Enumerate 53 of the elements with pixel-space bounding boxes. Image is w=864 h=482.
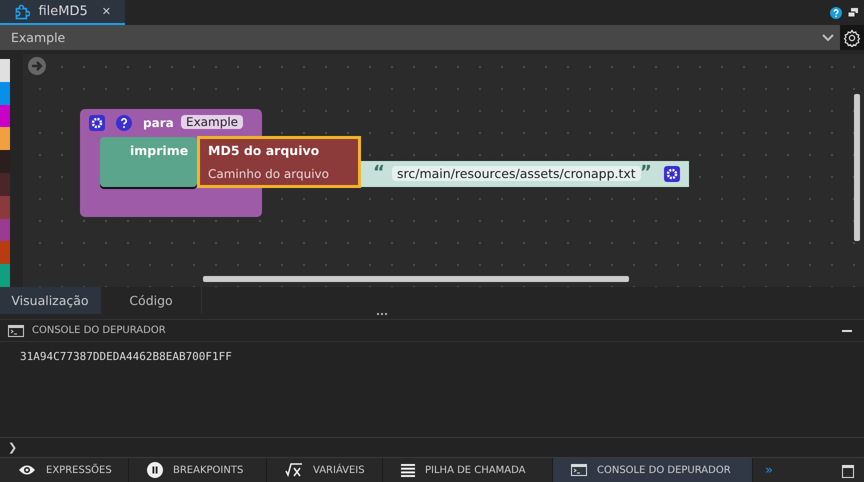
list-icon <box>401 464 415 476</box>
category-swatch[interactable] <box>0 59 10 82</box>
category-swatch[interactable] <box>0 264 10 287</box>
view-tab[interactable]: Código <box>101 287 202 314</box>
maximize-button[interactable] <box>842 465 854 478</box>
block-label: imprime <box>130 143 188 158</box>
debug-tab[interactable]: BREAKPOINTS <box>129 458 267 482</box>
more-button[interactable]: » <box>753 458 842 482</box>
pause-icon <box>147 462 163 478</box>
category-swatch[interactable] <box>0 196 10 219</box>
debug-tab[interactable]: VARIÁVEIS <box>267 458 383 482</box>
block-label: Caminho do arquivo <box>208 167 329 181</box>
block-label: MD5 do arquivo <box>208 143 320 158</box>
block-label: para <box>143 116 174 130</box>
file-tab-title: fileMD5 <box>38 4 88 19</box>
console-icon <box>571 464 587 476</box>
quote-mark: “ <box>373 162 385 183</box>
debug-tab[interactable]: CONSOLE DO DEPURADOR <box>553 458 753 482</box>
md5-block[interactable] <box>197 136 361 188</box>
function-select[interactable]: Example <box>0 25 840 50</box>
restore-icon[interactable] <box>848 8 858 17</box>
category-swatch[interactable] <box>0 172 10 196</box>
path-field[interactable]: src/main/resources/assets/cronapp.txt <box>392 166 641 181</box>
debug-tab[interactable]: EXPRESSÕES <box>0 458 129 482</box>
panel-title: CONSOLE DO DEPURADOR <box>32 325 167 336</box>
settings-icon[interactable] <box>664 166 680 182</box>
arrow-right-icon[interactable] <box>28 57 46 75</box>
eye-icon <box>18 464 36 476</box>
resize-handle[interactable] <box>377 313 387 317</box>
category-swatch[interactable] <box>0 218 10 242</box>
minimize-button[interactable] <box>842 330 852 332</box>
close-button[interactable]: ✕ <box>102 5 111 18</box>
file-tab[interactable]: fileMD5 ✕ <box>0 0 125 25</box>
console-output: 31A94C77387DDEDA4462B8EAB700F1FF <box>20 350 232 363</box>
quote-mark: ” <box>640 162 652 183</box>
settings-button[interactable] <box>840 25 864 50</box>
category-swatch[interactable] <box>0 127 10 150</box>
console-input[interactable]: ❯ <box>0 437 864 458</box>
help-icon[interactable] <box>830 6 842 18</box>
category-swatch[interactable] <box>0 150 10 173</box>
view-tab[interactable]: Visualização <box>0 287 101 314</box>
settings-icon[interactable] <box>89 115 105 131</box>
function-name-field[interactable]: Example <box>181 115 244 129</box>
console-icon <box>8 324 24 336</box>
chevron-down-icon <box>822 34 834 42</box>
help-icon[interactable] <box>116 115 132 131</box>
category-swatch[interactable] <box>0 104 10 128</box>
puzzle-icon <box>14 2 30 20</box>
category-swatch[interactable] <box>0 82 10 105</box>
scrollbar[interactable] <box>203 276 629 282</box>
scrollbar[interactable] <box>854 94 860 241</box>
category-swatch[interactable] <box>0 241 10 264</box>
function-icon <box>285 463 303 477</box>
